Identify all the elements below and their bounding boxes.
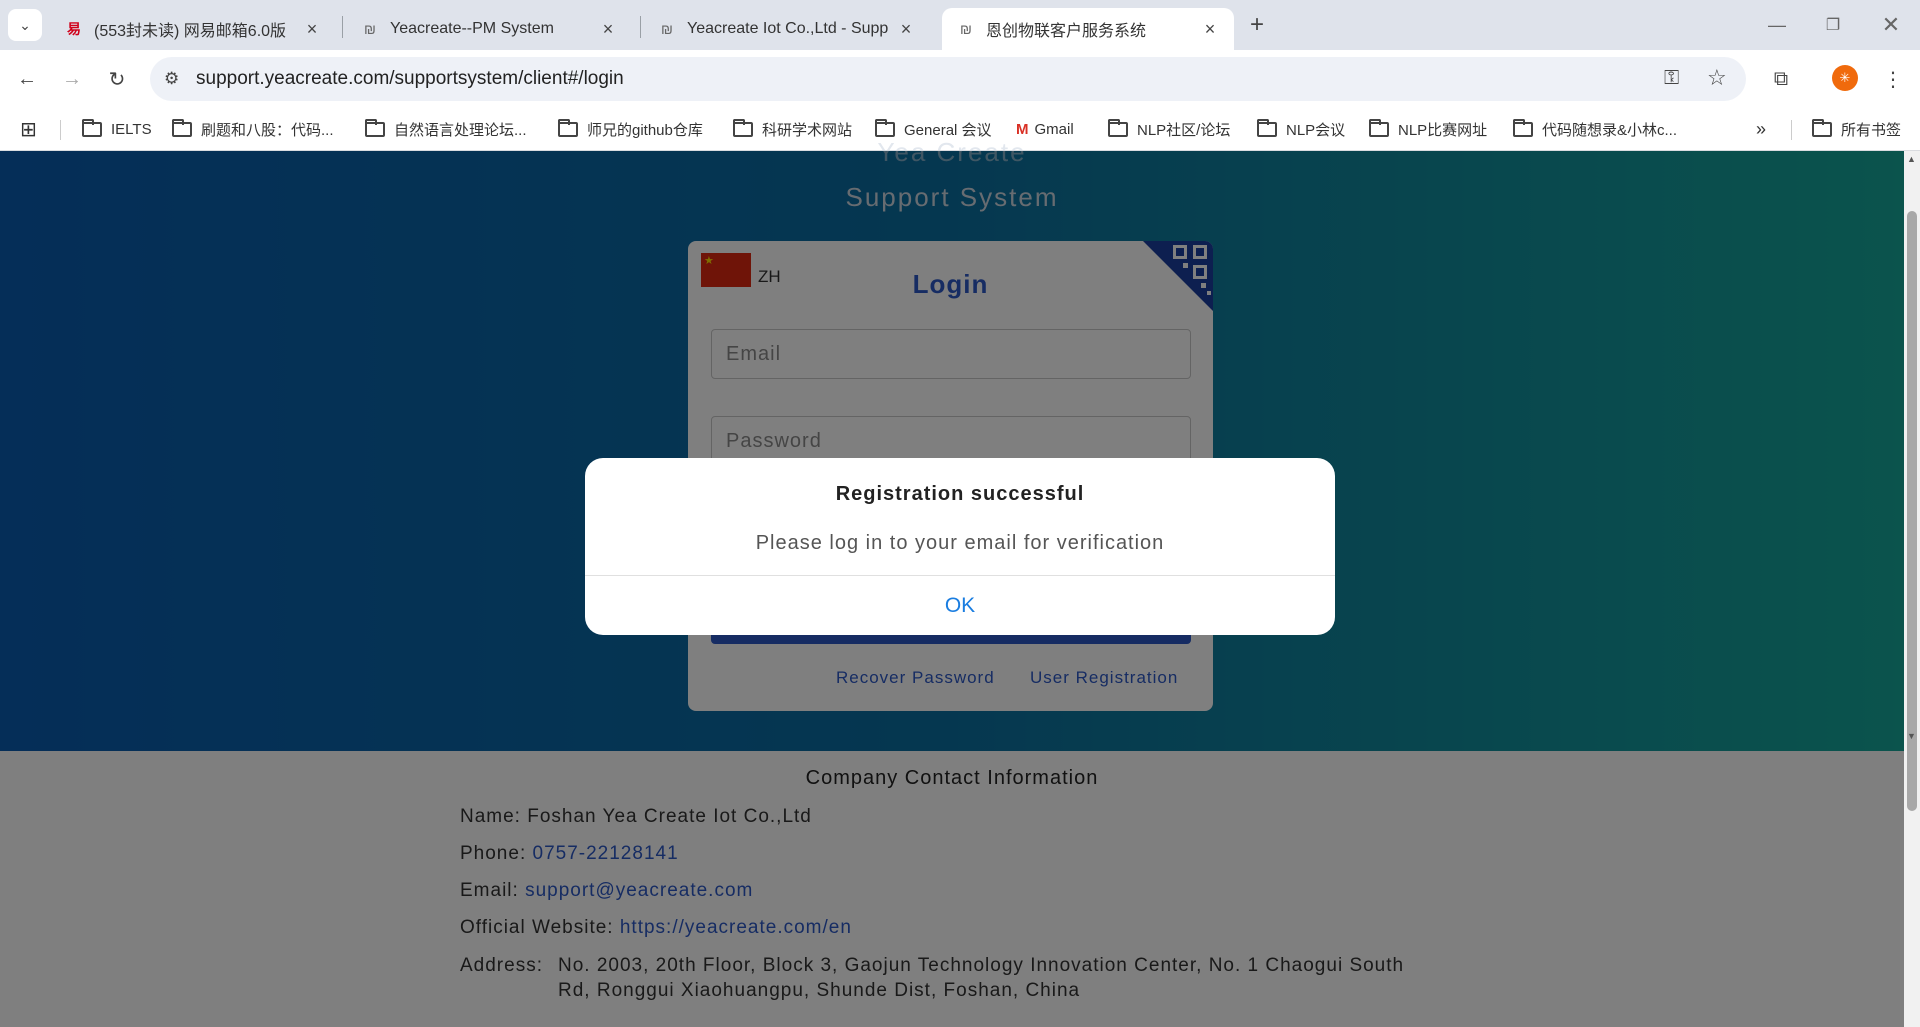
ok-button[interactable]: OK [585, 576, 1335, 635]
bookmark-star-icon[interactable]: ☆ [1707, 65, 1727, 91]
menu-icon[interactable]: ⋮ [1877, 63, 1909, 95]
new-tab-button[interactable]: + [1241, 9, 1273, 41]
close-icon[interactable]: × [896, 19, 916, 39]
yeacreate-logo-icon: ₪ [364, 21, 376, 37]
forward-button[interactable]: → [56, 63, 88, 95]
scrollbar-thumb[interactable] [1907, 211, 1917, 811]
bookmark-label: IELTS [111, 120, 152, 138]
tab-pm-system[interactable]: ₪ Yeacreate--PM System × [346, 8, 632, 50]
tab-search-button[interactable]: ⌄ [8, 9, 42, 41]
url-text[interactable]: support.yeacreate.com/supportsystem/clie… [196, 68, 624, 90]
yeacreate-logo-icon: ₪ [661, 21, 673, 37]
minimize-button[interactable]: — [1761, 9, 1793, 41]
folder-icon [172, 118, 192, 137]
close-icon[interactable]: × [598, 19, 618, 39]
browser-toolbar: ← → ↻ ⚙ support.yeacreate.com/supportsys… [0, 50, 1920, 108]
scroll-down-arrow[interactable]: ▼ [1907, 731, 1916, 741]
folder-icon [733, 118, 753, 137]
tab-title: Yeacreate Iot Co.,Ltd - Suppo [687, 20, 888, 37]
address-bar[interactable]: ⚙ support.yeacreate.com/supportsystem/cl… [150, 57, 1746, 101]
tab-netease-mail[interactable]: 易 (553封未读) 网易邮箱6.0版 × [50, 8, 336, 50]
profile-avatar[interactable]: ✳ [1832, 65, 1858, 91]
folder-icon [1257, 118, 1277, 137]
page-content: Yea Create Support System ★ ZH Login Ema… [0, 137, 1904, 1027]
folder-icon [1369, 118, 1389, 137]
tab-separator [640, 16, 641, 38]
folder-icon [365, 118, 385, 137]
scrollbar[interactable]: ▲ ▼ [1904, 151, 1920, 1027]
dialog-title: Registration successful [835, 483, 1085, 505]
tab-client-service[interactable]: ₪ 恩创物联客户服务系统 × [942, 8, 1234, 50]
close-icon[interactable]: × [302, 19, 322, 39]
gmail-icon: M [1016, 120, 1029, 138]
scroll-up-arrow[interactable]: ▲ [1907, 154, 1916, 164]
folder-icon [82, 118, 102, 137]
tab-strip: ⌄ 易 (553封未读) 网易邮箱6.0版 × ₪ Yeacreate--PM … [0, 0, 1920, 50]
bookmark-label: Gmail [1034, 120, 1074, 138]
site-info-icon[interactable]: ⚙ [164, 69, 179, 89]
folder-icon [1812, 118, 1832, 137]
folder-icon [1513, 118, 1533, 137]
registration-dialog: Registration successful Please log in to… [585, 458, 1335, 635]
tab-support[interactable]: ₪ Yeacreate Iot Co.,Ltd - Suppo × [643, 8, 930, 50]
tab-title: 恩创物联客户服务系统 [986, 23, 1147, 40]
folder-icon [1108, 118, 1128, 137]
restore-button[interactable]: ❐ [1817, 9, 1849, 41]
close-icon[interactable]: × [1200, 19, 1220, 39]
folder-icon [875, 118, 895, 137]
netease-mail-icon: 易 [67, 21, 81, 37]
folder-icon [558, 118, 578, 137]
back-button[interactable]: ← [11, 63, 43, 95]
tab-title: Yeacreate--PM System [390, 20, 554, 37]
tab-separator [342, 16, 343, 38]
dialog-message: Please log in to your email for verifica… [755, 532, 1165, 554]
close-window-button[interactable]: ✕ [1875, 9, 1907, 41]
tab-title: (553封未读) 网易邮箱6.0版 [94, 23, 287, 40]
extensions-icon[interactable]: ⧉ [1765, 63, 1797, 95]
password-key-icon[interactable]: ⚿ [1664, 67, 1679, 90]
reload-button[interactable]: ↻ [101, 63, 133, 95]
yeacreate-logo-icon: ₪ [960, 21, 972, 37]
